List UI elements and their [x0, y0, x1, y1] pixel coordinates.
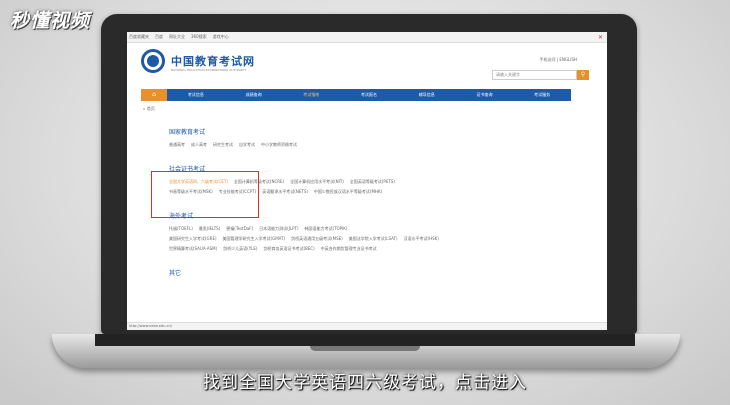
- site-header: 中国教育考试网 NATIONAL EDUCATION EXAMINATIONS …: [127, 43, 607, 88]
- exam-link[interactable]: 韩国语能力考试(TOPIK): [305, 226, 348, 232]
- status-bar: http://www.neea.edu.cn/: [127, 322, 607, 330]
- search-icon[interactable]: ⚲: [577, 70, 589, 80]
- cet-exam-link[interactable]: 全国大学英语四、六级考试(CET): [169, 179, 228, 185]
- exam-link[interactable]: 日本语能力测试(JLPT): [259, 226, 298, 232]
- exam-link[interactable]: 中英合作期货管理专业证书考试: [321, 246, 377, 252]
- video-subtitle: 找到全国大学英语四六级考试，点击进入: [203, 373, 527, 393]
- exam-link[interactable]: 雅思(IELTS): [199, 226, 221, 232]
- exam-category-list: 国家教育考试 普通高考 成人高考 研究生考试 自学考试 中小学教师资格考试 社会…: [169, 127, 589, 293]
- exam-link[interactable]: 研究生考试: [213, 142, 233, 148]
- section-title: 国家教育考试: [169, 129, 206, 136]
- exam-link[interactable]: 剑桥商务英语证书考试(BEC): [263, 246, 314, 252]
- site-logo-icon[interactable]: [141, 49, 165, 73]
- breadcrumb-item[interactable]: 首页: [147, 106, 155, 111]
- exam-link[interactable]: 自学考试: [239, 142, 255, 148]
- nav-item-tutoring[interactable]: 辅导信息: [398, 89, 456, 101]
- close-icon[interactable]: ✕: [598, 34, 603, 41]
- favorite-link[interactable]: 网址大全: [169, 34, 185, 40]
- exam-link[interactable]: 书画等级水平考试(MSK): [169, 189, 213, 195]
- nav-item-registration[interactable]: 考试报名: [340, 89, 398, 101]
- favorite-link[interactable]: 游戏中心: [213, 34, 229, 40]
- section-other: 其它: [169, 268, 589, 277]
- main-nav: ⌂ 考试信息 成绩查询 考试指南 考试报名 辅导信息 证书查询 考试服务: [141, 89, 571, 101]
- nav-item-services[interactable]: 考试服务: [513, 89, 571, 101]
- nav-item-certificates[interactable]: 证书查询: [456, 89, 514, 101]
- top-links[interactable]: 手机访问 | ENGLISH: [540, 57, 577, 63]
- exam-link[interactable]: 专业技能考试(CCPT): [219, 189, 257, 195]
- exam-link[interactable]: 中国少数民族汉语水平等级考试(MHK): [314, 189, 382, 195]
- home-icon[interactable]: ⌂: [141, 89, 167, 101]
- breadcrumb: ⌂ 首页: [143, 106, 155, 112]
- exam-link[interactable]: 美国法学院入学考试(LSAT): [349, 236, 398, 242]
- section-certificate-exams: 社会证书考试 全国大学英语四、六级考试(CET) 全国计算机等级考试(NCRE)…: [169, 164, 589, 195]
- site-name[interactable]: 中国教育考试网: [171, 53, 255, 69]
- exam-link[interactable]: 成人高考: [191, 142, 207, 148]
- exam-link[interactable]: 全国英语等级考试(PETS): [350, 179, 395, 185]
- exam-link[interactable]: 汉语水平考试(HSK): [404, 236, 439, 242]
- section-title: 海外考试: [169, 213, 194, 220]
- section-title: 其它: [169, 270, 182, 277]
- exam-link[interactable]: 剑桥英语通用五级考试(MSE): [291, 236, 343, 242]
- exam-link[interactable]: 英语翻译水平考试(NETS): [262, 189, 308, 195]
- exam-link[interactable]: 美国管理学研究生入学考试(GMAT): [223, 236, 286, 242]
- exam-link[interactable]: 德福(TestDaF): [226, 226, 253, 232]
- exam-link[interactable]: 全国计算机应用水平考试(NIT): [290, 179, 344, 185]
- section-overseas-exams: 海外考试 托福(TOEFL) 雅思(IELTS) 德福(TestDaF) 日本语…: [169, 211, 589, 252]
- exam-link[interactable]: 全国计算机等级考试(NCRE): [234, 179, 284, 185]
- exam-link[interactable]: 世界精算考试(SAUA-ASM): [169, 246, 217, 252]
- favorite-link[interactable]: 百度: [155, 34, 163, 40]
- favorite-link[interactable]: 360搜索: [191, 34, 207, 40]
- laptop-hinge: [310, 346, 420, 351]
- home-icon[interactable]: ⌂: [143, 106, 146, 111]
- favorite-link[interactable]: 百度收藏夹: [129, 34, 149, 40]
- exam-link[interactable]: 剑桥少儿英语(YLE): [223, 246, 257, 252]
- section-national-exams: 国家教育考试 普通高考 成人高考 研究生考试 自学考试 中小学教师资格考试: [169, 127, 589, 148]
- search-input[interactable]: 请输入关键字: [492, 70, 577, 80]
- exam-link[interactable]: 美国研究生入学考试(GRE): [169, 236, 217, 242]
- exam-link[interactable]: 托福(TOEFL): [169, 226, 193, 232]
- exam-link[interactable]: 中小学教师资格考试: [261, 142, 297, 148]
- laptop-keyboard-edge: [95, 334, 635, 346]
- browser-window: 百度收藏夹 百度 网址大全 360搜索 游戏中心 ✕ 中国教育考试网 NATIO…: [127, 32, 607, 330]
- site-subname: NATIONAL EDUCATION EXAMINATIONS AUTHORIT…: [171, 68, 247, 72]
- section-title: 社会证书考试: [169, 166, 206, 173]
- favorites-bar: 百度收藏夹 百度 网址大全 360搜索 游戏中心 ✕: [127, 32, 607, 43]
- nav-item-scores[interactable]: 成绩查询: [225, 89, 283, 101]
- nav-item-exam-guide[interactable]: 考试指南: [282, 89, 340, 101]
- exam-link[interactable]: 普通高考: [169, 142, 185, 148]
- nav-item-exam-info[interactable]: 考试信息: [167, 89, 225, 101]
- watermark-logo: 秒懂视频: [10, 10, 91, 32]
